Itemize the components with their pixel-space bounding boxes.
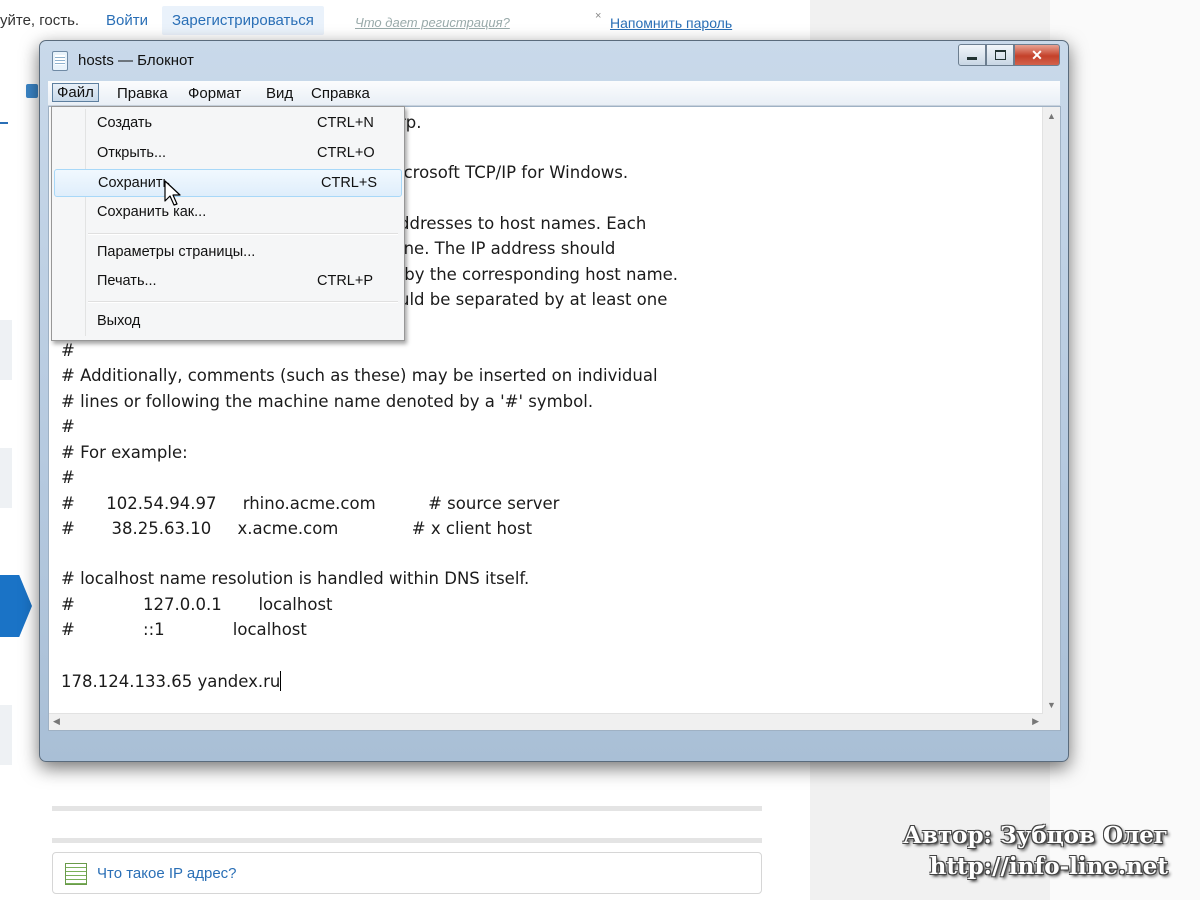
close-button[interactable]: ✕ [1014, 44, 1060, 66]
editor-line: uld be separated by at least one [399, 290, 668, 309]
menu-edit[interactable]: Правка [112, 84, 173, 103]
editor-line: ine. The IP address should [399, 239, 616, 258]
close-mark-icon[interactable]: × [595, 10, 601, 22]
menu-item-label: Параметры страницы... [97, 244, 256, 260]
menu-item-shortcut: CTRL+S [321, 175, 378, 191]
editor-line: # localhost name resolution is handled w… [61, 569, 530, 588]
menu-separator [88, 301, 398, 303]
menu-bar: Файл Правка Формат Вид Справка [48, 81, 1060, 106]
editor-line: # lines or following the machine name de… [61, 392, 594, 411]
editor-line: # 38.25.63.10 x.acme.com # x client host [61, 519, 533, 538]
notepad-icon [52, 51, 68, 71]
scroll-right-arrow-icon[interactable]: ▶ [1032, 716, 1039, 727]
close-icon: ✕ [1031, 46, 1043, 63]
scroll-down-arrow-icon[interactable]: ▼ [1047, 700, 1056, 710]
window-controls: ✕ [958, 44, 1060, 66]
editor-line: # [61, 468, 75, 487]
register-button[interactable]: Зарегистрироваться [162, 6, 324, 35]
editor-line: # [61, 341, 75, 360]
menu-item-save[interactable]: Сохранить CTRL+S [54, 169, 402, 197]
page-divider [52, 838, 762, 843]
remind-password-link[interactable]: Напомнить пароль [610, 15, 732, 31]
menu-item-label: Сохранить [98, 175, 171, 191]
menu-item-shortcut: CTRL+N [317, 115, 374, 131]
menu-item-label: Создать [97, 115, 153, 131]
editor-line-last: 178.124.133.65 yandex.ru [61, 671, 282, 691]
scroll-up-arrow-icon[interactable]: ▲ [1047, 111, 1056, 121]
menu-item-page-setup[interactable]: Параметры страницы... [54, 239, 400, 265]
mouse-pointer-icon [164, 180, 181, 206]
editor-line: ddresses to host names. Each [399, 214, 647, 233]
page-side-block [0, 705, 12, 765]
menu-item-shortcut: CTRL+P [317, 273, 374, 289]
menu-item-new[interactable]: Создать CTRL+N [54, 110, 400, 136]
horizontal-scrollbar[interactable]: ◀ ▶ [49, 713, 1043, 730]
site-top-bar: уйте, гость. Войти Зарегистрироваться Чт… [0, 0, 810, 40]
minimize-icon [967, 56, 977, 60]
watermark-author: Автор: Зубцов Олег [903, 822, 1168, 849]
menu-view[interactable]: Вид [261, 84, 298, 103]
editor-line: # For example: [61, 443, 188, 462]
maximize-button[interactable] [986, 44, 1014, 66]
scrollbar-corner [1043, 714, 1060, 730]
login-link[interactable]: Войти [106, 12, 148, 29]
menu-format[interactable]: Формат [183, 84, 246, 103]
page-side-icon [26, 84, 38, 98]
menu-item-label: Сохранить как... [97, 204, 207, 220]
document-icon [65, 863, 87, 885]
page-side-block [0, 320, 12, 380]
why-register-link[interactable]: Что дает регистрация? [355, 15, 510, 30]
vertical-scrollbar[interactable]: ▲ ▼ [1042, 107, 1060, 714]
ip-info-box[interactable]: Что такое IP адрес? [52, 852, 762, 894]
text-caret [280, 671, 282, 691]
menu-item-label: Открыть... [97, 145, 167, 161]
hosts-entry-text: 178.124.133.65 yandex.ru [61, 672, 281, 691]
menu-item-exit[interactable]: Выход [54, 308, 400, 334]
menu-item-save-as[interactable]: Сохранить как... [54, 199, 400, 225]
editor-line: by the corresponding host name. [399, 265, 679, 284]
watermark-url: http://info-line.net [929, 853, 1168, 880]
editor-line: # 127.0.0.1 localhost [61, 595, 333, 614]
menu-item-open[interactable]: Открыть... CTRL+O [54, 140, 400, 166]
menu-item-print[interactable]: Печать... CTRL+P [54, 268, 400, 294]
scroll-left-arrow-icon[interactable]: ◀ [53, 716, 60, 727]
window-title: hosts — Блокнот [78, 52, 194, 69]
menu-separator [88, 233, 398, 235]
file-menu-dropdown: Создать CTRL+N Открыть... CTRL+O Сохрани… [51, 106, 405, 341]
minimize-button[interactable] [958, 44, 986, 66]
background-right-margin [1050, 0, 1200, 900]
menu-help[interactable]: Справка [306, 84, 375, 103]
maximize-icon [994, 50, 1006, 60]
editor-line: icrosoft TCP/IP for Windows. [399, 163, 629, 182]
editor-line: # 102.54.94.97 rhino.acme.com # source s… [61, 494, 560, 513]
page-divider [52, 806, 762, 811]
greeting-text: уйте, гость. [0, 12, 80, 29]
menu-file[interactable]: Файл [52, 83, 99, 102]
what-is-ip-link[interactable]: Что такое IP адрес? [97, 865, 237, 882]
editor-line: # [61, 417, 75, 436]
page-side-link[interactable] [0, 100, 8, 124]
menu-item-label: Печать... [97, 273, 157, 289]
title-bar[interactable]: hosts — Блокнот ✕ [40, 41, 1068, 79]
editor-line: # Additionally, comments (such as these)… [61, 366, 658, 385]
menu-item-shortcut: CTRL+O [317, 145, 375, 161]
menu-item-label: Выход [97, 313, 141, 329]
editor-line: # ::1 localhost [61, 620, 307, 639]
page-side-block [0, 448, 12, 508]
